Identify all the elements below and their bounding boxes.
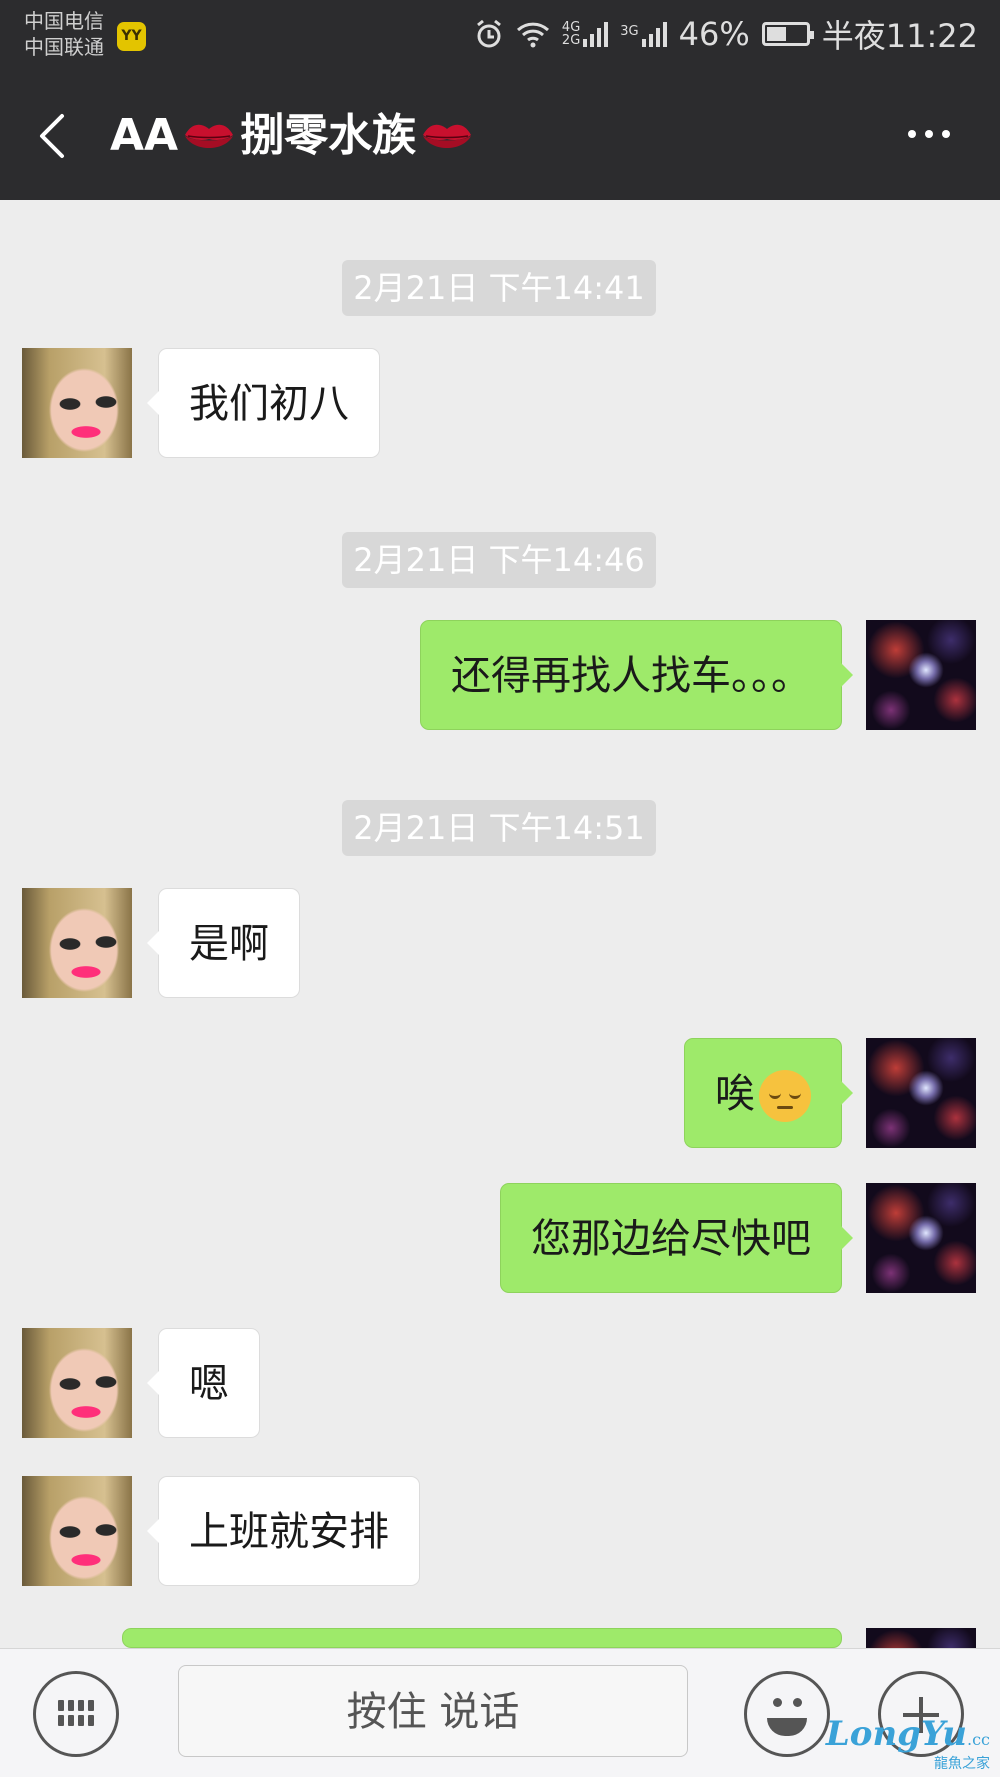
sent-message[interactable]: 您那边给尽快吧 [500, 1183, 853, 1293]
received-message[interactable]: 我们初八 [147, 348, 380, 458]
emoji-icon[interactable] [744, 1671, 830, 1757]
longyu-watermark-logo: LongYu.cc 龍魚之家 [826, 1717, 990, 1771]
carrier-1: 中国电信 [24, 9, 104, 33]
net-label-2g: 2G [561, 33, 581, 48]
network-type-1: 4G 2G [561, 21, 609, 48]
more-icon[interactable] [908, 122, 960, 146]
net-label-3g: 3G [620, 24, 639, 39]
kiss-lips-icon [423, 124, 472, 148]
carrier-2: 中国联通 [24, 35, 104, 59]
timestamp: 2月21日 下午14:51 [342, 800, 656, 856]
sent-message-partial[interactable] [122, 1628, 853, 1695]
sent-message[interactable]: 唉 [684, 1038, 853, 1148]
signal-icon-1 [583, 21, 609, 47]
timestamp: 2月21日 下午14:41 [342, 260, 656, 316]
my-avatar[interactable] [866, 1628, 976, 1648]
alarm-icon [476, 19, 501, 48]
my-avatar[interactable] [866, 1038, 976, 1148]
signal-icon-2 [641, 21, 667, 47]
chat-header: AA 捌零水族 [0, 68, 1000, 200]
input-bar: 按住 说话 LongYu.cc 龍魚之家 [0, 1648, 1000, 1777]
watermark-suffix: .cc [966, 1730, 990, 1749]
timestamp: 2月21日 下午14:46 [342, 532, 656, 588]
status-bar: 中国电信 中国联通 YY 4G 2G 3G 46% 半夜11:22 [0, 0, 1000, 68]
clock: 半夜11:22 [821, 17, 978, 55]
yy-app-icon: YY [117, 22, 146, 51]
carrier-labels: 中国电信 中国联通 [24, 8, 104, 60]
kiss-lips-icon [185, 124, 234, 148]
my-avatar[interactable] [866, 620, 976, 730]
received-message[interactable]: 上班就安排 [147, 1476, 420, 1586]
back-arrow-icon[interactable] [30, 108, 80, 164]
chat-messages[interactable]: 2月21日 下午14:41 我们初八 2月21日 下午14:46 还得再找人找车… [0, 200, 1000, 1695]
my-avatar[interactable] [866, 1183, 976, 1293]
network-type-2: 3G [620, 21, 667, 47]
sent-message[interactable]: 还得再找人找车。。。 [420, 620, 853, 730]
status-indicators: 4G 2G 3G 46% 半夜11:22 [474, 12, 978, 56]
title-prefix: AA [110, 110, 179, 161]
wifi-icon [516, 22, 549, 48]
received-message[interactable]: 是啊 [147, 888, 300, 998]
battery-icon [761, 22, 814, 46]
watermark-text: LongYu [825, 1714, 967, 1754]
contact-avatar[interactable] [22, 1476, 132, 1586]
keyboard-icon[interactable] [33, 1671, 119, 1757]
watermark-subtitle: 龍魚之家 [934, 1756, 990, 1772]
title-main: 捌零水族 [240, 110, 417, 161]
contact-avatar[interactable] [22, 1328, 132, 1438]
contact-avatar[interactable] [22, 888, 132, 998]
sent-message-text: 唉 [715, 1071, 755, 1117]
hold-to-talk-button[interactable]: 按住 说话 [178, 1665, 688, 1757]
pensive-face-emoji [759, 1070, 811, 1122]
battery-percent: 46% [678, 15, 750, 53]
received-message[interactable]: 嗯 [147, 1328, 260, 1438]
contact-avatar[interactable] [22, 348, 132, 458]
chat-title: AA 捌零水族 [110, 108, 478, 164]
